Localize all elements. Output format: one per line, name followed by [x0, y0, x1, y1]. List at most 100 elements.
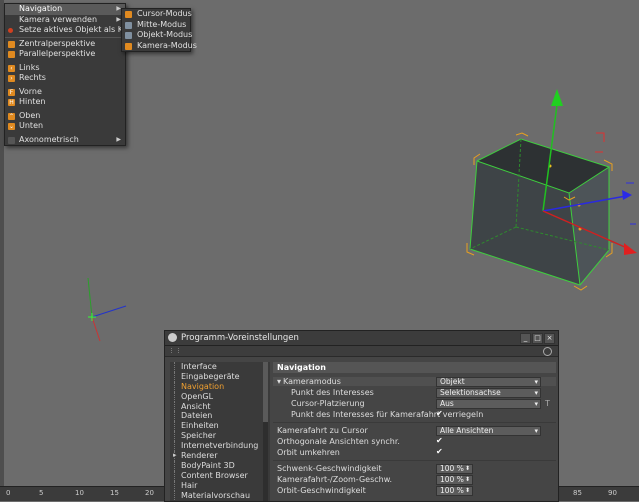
menu-item-oben[interactable]: ⌃ Oben: [5, 111, 125, 122]
row-cursor: Cursor-Platzierung Aus T: [273, 399, 556, 409]
tree-item-speicher[interactable]: Speicher: [170, 431, 270, 442]
scrollbar-thumb[interactable]: [263, 362, 268, 422]
menu-item-kamera-verwenden[interactable]: Kamera verwenden ▶: [5, 15, 125, 26]
schwenk-label: Schwenk-Geschwindigkeit: [277, 464, 382, 473]
menu-item-label: Oben: [19, 110, 41, 120]
camera-mode-icon: [125, 42, 132, 50]
menu-item-label: Kamera verwenden: [19, 14, 98, 24]
ruler-tick-label: 10: [75, 489, 84, 497]
menu-item-navigation[interactable]: Navigation ▶: [5, 4, 125, 15]
kameramodus-dropdown[interactable]: Objekt: [436, 377, 541, 387]
tree-item-content-browser[interactable]: Content Browser: [170, 470, 270, 481]
tree-item-ansicht[interactable]: Ansicht: [170, 401, 270, 412]
menu-item-links[interactable]: ‹ Links: [5, 63, 125, 74]
tree-item-hair[interactable]: Hair: [170, 480, 270, 491]
menu-item-parallelperspektive[interactable]: Parallelperspektive: [5, 49, 125, 60]
right-view-icon: ›: [8, 75, 15, 82]
menu-item-unten[interactable]: ⌄ Unten: [5, 121, 125, 132]
tree-item-navigation[interactable]: Navigation: [170, 381, 270, 392]
poi-label: Punkt des Interesses: [291, 388, 374, 397]
poi-cam-checkbox[interactable]: ✔: [436, 410, 444, 418]
tree-item-bodypaint-3d[interactable]: BodyPaint 3D: [170, 460, 270, 471]
menu-item-label: Hinten: [19, 97, 46, 106]
menu-item-label: Rechts: [19, 73, 46, 82]
menu-item-label: Vorne: [19, 86, 42, 96]
menu-item-axonometrisch[interactable]: Axonometrisch ▶: [5, 135, 125, 146]
ruler-tick-label: 20: [145, 489, 154, 497]
orbitspeed-input[interactable]: 100 %: [436, 486, 473, 496]
preferences-tree: Interface Eingabegeräte Navigation OpenGL An…: [170, 362, 270, 501]
kamerafahrt-dropdown[interactable]: Alle Ansichten: [436, 426, 541, 436]
preferences-titlebar[interactable]: Programm-Voreinstellungen _ □ ×: [165, 331, 558, 346]
menu-item-setze-aktives-objekt-als-kamera[interactable]: Setze aktives Objekt als Kamera: [5, 25, 149, 36]
submenu-arrow-icon: ▶: [116, 135, 121, 143]
ruler-tick-label: 90: [608, 489, 617, 497]
tree-item-dateien[interactable]: Dateien: [170, 411, 270, 422]
cursor-label: Cursor-Platzierung: [291, 399, 365, 408]
tree-item-opengl[interactable]: OpenGL: [170, 391, 270, 402]
kameramodus-label: Kameramodus: [283, 377, 341, 386]
menu-item-label: Cursor-Modus: [137, 9, 192, 18]
ruler-tick-label: 0: [6, 489, 11, 497]
navigation-submenu: Cursor-Modus Mitte-Modus Objekt-Modus Kamer…: [121, 8, 197, 52]
menu-item-label: Kamera-Modus: [137, 40, 197, 50]
ruler-tick-label: 15: [110, 489, 119, 497]
perspective-icon: [8, 40, 15, 48]
menu-item-label: Links: [19, 62, 40, 72]
ortho-label: Orthogonale Ansichten synchr.: [277, 437, 400, 446]
expand-arrow-icon[interactable]: ▾: [277, 377, 281, 386]
axonometric-icon: [8, 136, 15, 144]
grip-icon: [171, 348, 179, 353]
menu-item-label: Zentralperspektive: [19, 38, 96, 48]
menu-separator: [5, 36, 125, 38]
schwenk-input[interactable]: 100 %: [436, 464, 473, 474]
ruler-tick-label: 5: [39, 489, 44, 497]
ortho-checkbox[interactable]: ✔: [436, 437, 444, 445]
search-icon[interactable]: [543, 347, 552, 356]
cursor-dropdown[interactable]: Aus: [436, 399, 541, 409]
orbit-label: Orbit umkehren: [277, 448, 340, 457]
menu-item-label: Unten: [19, 121, 44, 130]
tree-item-einheiten[interactable]: Einheiten: [170, 421, 270, 432]
parallel-icon: [8, 51, 15, 58]
selected-cube[interactable]: [466, 132, 613, 291]
zoom-input[interactable]: 100 %: [436, 475, 473, 485]
menu-item-hinten[interactable]: H Hinten: [5, 97, 125, 108]
view-context-menu: Navigation ▶ Kamera verwenden ▶ Setze aktive…: [4, 3, 149, 146]
section-title: Navigation: [273, 362, 556, 373]
tree-item-interface[interactable]: Interface: [170, 362, 270, 372]
row-kameramodus: ▾ Kameramodus Objekt: [273, 377, 556, 387]
close-button[interactable]: ×: [544, 333, 555, 344]
cursor-mode-icon: [125, 11, 132, 18]
menu-item-label: Parallelperspektive: [19, 49, 96, 58]
tree-item-internetverbindung[interactable]: Internetverbindung: [170, 441, 270, 451]
red-dot-icon: [8, 28, 13, 33]
left-view-icon: ‹: [8, 64, 15, 72]
menu-item-label: Objekt-Modus: [137, 30, 193, 39]
menu-item-zentralperspektive[interactable]: Zentralperspektive: [5, 39, 125, 50]
preferences-window: Programm-Voreinstellungen _ □ × Interfac…: [164, 330, 559, 502]
maximize-button[interactable]: □: [532, 333, 543, 344]
tree-item-materialvorschau[interactable]: Materialvorschau: [170, 490, 270, 501]
tree-item-renderer[interactable]: Renderer: [170, 451, 270, 461]
minimize-button[interactable]: _: [520, 333, 531, 344]
front-view-icon: F: [8, 88, 15, 96]
zoom-label: Kamerafahrt-/Zoom-Geschw.: [277, 475, 393, 484]
submenu-item-kamera-modus[interactable]: Kamera-Modus: [122, 41, 197, 52]
tree-scrollbar[interactable]: [263, 362, 268, 501]
menu-item-label: Navigation: [19, 4, 63, 13]
preferences-toolbar: [165, 346, 558, 357]
menu-item-label: Axonometrisch: [19, 134, 79, 144]
cinema4d-logo-icon: [168, 333, 177, 342]
poi-dropdown[interactable]: Selektionsachse: [436, 388, 541, 398]
submenu-item-cursor-modus[interactable]: Cursor-Modus: [122, 9, 192, 20]
top-view-icon: ⌃: [8, 112, 15, 120]
orbit-checkbox[interactable]: ✔: [436, 448, 444, 456]
kamerafahrt-label: Kamerafahrt zu Cursor: [277, 426, 368, 435]
bottom-view-icon: ⌄: [8, 123, 15, 130]
menu-item-rechts[interactable]: › Rechts: [5, 73, 125, 84]
menu-item-vorne[interactable]: F Vorne: [5, 87, 125, 98]
submenu-item-mitte-modus[interactable]: Mitte-Modus: [122, 20, 190, 31]
submenu-item-objekt-modus[interactable]: Objekt-Modus: [122, 30, 193, 41]
tree-item-eingabeger-te[interactable]: Eingabegeräte: [170, 371, 270, 382]
